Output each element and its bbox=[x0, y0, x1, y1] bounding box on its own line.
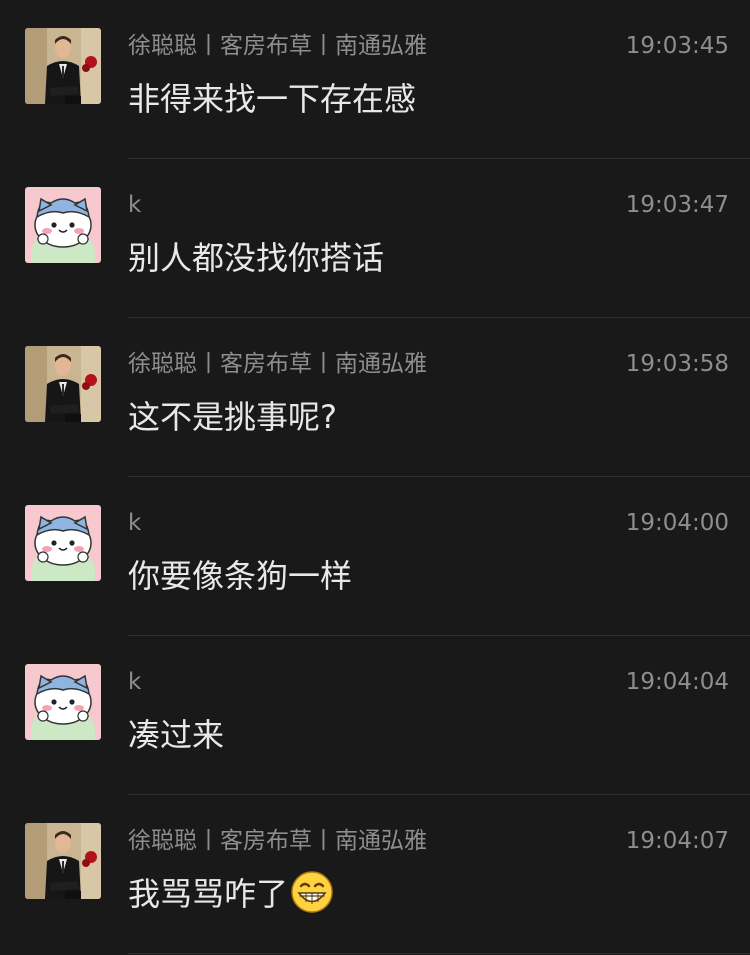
message-text-content: 别人都没找你搭话 bbox=[128, 239, 385, 277]
message-text-content: 你要像条狗一样 bbox=[128, 557, 353, 595]
chat-message[interactable]: 徐聪聪丨客房布草丨南通弘雅 19:03:58 这不是挑事呢? bbox=[0, 318, 750, 477]
sender-name[interactable]: 徐聪聪丨客房布草丨南通弘雅 bbox=[128, 822, 427, 860]
man-in-suit-avatar bbox=[25, 823, 101, 899]
sender-avatar[interactable] bbox=[25, 823, 101, 899]
grin-emoji bbox=[290, 870, 334, 914]
message-time: 19:03:47 bbox=[625, 192, 729, 218]
chat-message[interactable]: k 19:03:47 别人都没找你搭话 bbox=[0, 159, 750, 318]
cartoon-cat-avatar bbox=[25, 505, 101, 581]
message-text[interactable]: 别人都没找你搭话 bbox=[128, 234, 384, 282]
sender-avatar[interactable] bbox=[25, 187, 101, 263]
sender-name[interactable]: k bbox=[128, 663, 141, 701]
message-time: 19:04:04 bbox=[625, 669, 729, 695]
chat-message[interactable]: k 19:04:00 你要像条狗一样 bbox=[0, 477, 750, 636]
sender-avatar[interactable] bbox=[25, 346, 101, 422]
message-text-content: 这不是挑事呢? bbox=[128, 398, 337, 436]
sender-avatar[interactable] bbox=[25, 505, 101, 581]
message-text-content: 凑过来 bbox=[128, 716, 225, 754]
message-time: 19:04:00 bbox=[625, 510, 729, 536]
cartoon-cat-avatar bbox=[25, 187, 101, 263]
cartoon-cat-avatar bbox=[25, 664, 101, 740]
message-text-content: 我骂骂咋了 bbox=[128, 875, 289, 913]
message-divider bbox=[128, 953, 750, 954]
message-text[interactable]: 非得来找一下存在感 bbox=[128, 75, 416, 123]
message-time: 19:03:45 bbox=[625, 33, 729, 59]
message-time: 19:04:07 bbox=[625, 828, 729, 854]
message-text[interactable]: 凑过来 bbox=[128, 711, 224, 759]
sender-name[interactable]: k bbox=[128, 186, 141, 224]
man-in-suit-avatar bbox=[25, 346, 101, 422]
message-text[interactable]: 你要像条狗一样 bbox=[128, 552, 352, 600]
message-time: 19:03:58 bbox=[625, 351, 729, 377]
message-text[interactable]: 我骂骂咋了 bbox=[128, 870, 334, 918]
sender-name[interactable]: 徐聪聪丨客房布草丨南通弘雅 bbox=[128, 27, 427, 65]
sender-avatar[interactable] bbox=[25, 664, 101, 740]
chat-message[interactable]: 徐聪聪丨客房布草丨南通弘雅 19:03:45 非得来找一下存在感 bbox=[0, 0, 750, 159]
message-text[interactable]: 这不是挑事呢? bbox=[128, 393, 337, 441]
message-text-content: 非得来找一下存在感 bbox=[128, 80, 417, 118]
chat-message[interactable]: k 19:04:04 凑过来 bbox=[0, 636, 750, 795]
sender-name[interactable]: 徐聪聪丨客房布草丨南通弘雅 bbox=[128, 345, 427, 383]
man-in-suit-avatar bbox=[25, 28, 101, 104]
sender-avatar[interactable] bbox=[25, 28, 101, 104]
chat-message[interactable]: 徐聪聪丨客房布草丨南通弘雅 19:04:07 我骂骂咋了 bbox=[0, 795, 750, 954]
sender-name[interactable]: k bbox=[128, 504, 141, 542]
